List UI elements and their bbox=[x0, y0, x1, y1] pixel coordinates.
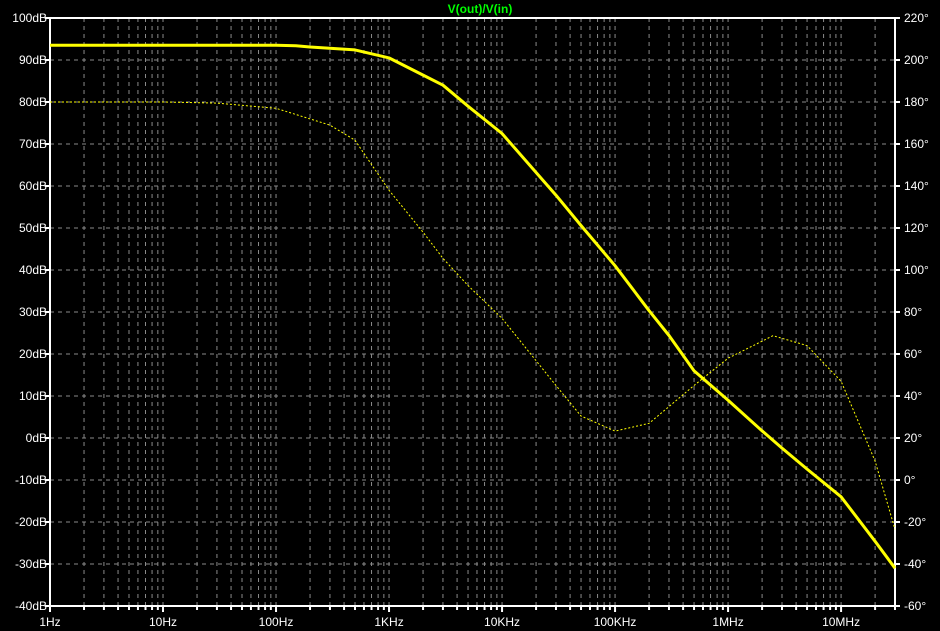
y-left-tick-label: 10dB bbox=[19, 389, 47, 403]
y-left-tick-label: -30dB bbox=[15, 557, 47, 571]
y-right-tick-label: 200° bbox=[904, 53, 929, 67]
bode-plot: V(out)/V(in) 100dB 90dB 80dB 70dB 60dB 50dB 40… bbox=[12, 2, 929, 629]
y-right-tick-label: 20° bbox=[904, 431, 922, 445]
y-right-tick-label: 100° bbox=[904, 263, 929, 277]
y-right-tick-label: 40° bbox=[904, 389, 922, 403]
y-right-tick-label: -20° bbox=[904, 515, 926, 529]
magnitude-curve bbox=[50, 43, 897, 570]
x-tick-label: 100Hz bbox=[259, 615, 294, 629]
y-left-tick-label: 20dB bbox=[19, 347, 47, 361]
y-left-tick-label: 30dB bbox=[19, 305, 47, 319]
phase-curve bbox=[50, 101, 896, 530]
y-right-tick-label: 0° bbox=[904, 473, 916, 487]
y-right-tick-label: -40° bbox=[904, 557, 926, 571]
y-left-tick-label: 0dB bbox=[26, 431, 47, 445]
x-tick-label: 1KHz bbox=[374, 615, 403, 629]
x-tick-label: 100KHz bbox=[594, 615, 637, 629]
x-tick-label: 10MHz bbox=[822, 615, 860, 629]
x-tick-label: 10Hz bbox=[149, 615, 177, 629]
tick-labels: 100dB 90dB 80dB 70dB 60dB 50dB 40dB 30dB 20dB 10d… bbox=[12, 11, 929, 629]
chart-title: V(out)/V(in) bbox=[448, 2, 513, 16]
y-left-tick-label: 70dB bbox=[19, 137, 47, 151]
y-right-tick-label: 60° bbox=[904, 347, 922, 361]
y-right-tick-label: 140° bbox=[904, 179, 929, 193]
y-right-tick-label: -60° bbox=[904, 599, 926, 613]
y-right-tick-label: 160° bbox=[904, 137, 929, 151]
y-right-tick-label: 120° bbox=[904, 221, 929, 235]
y-left-tick-label: 40dB bbox=[19, 263, 47, 277]
y-left-tick-label: -10dB bbox=[15, 473, 47, 487]
curves bbox=[50, 43, 897, 570]
y-left-tick-label: -20dB bbox=[15, 515, 47, 529]
plot-frame bbox=[49, 17, 896, 607]
axes bbox=[45, 17, 900, 612]
y-right-tick-label: 80° bbox=[904, 305, 922, 319]
y-left-tick-label: 100dB bbox=[12, 11, 47, 25]
y-right-tick-label: 220° bbox=[904, 11, 929, 25]
x-tick-label: 1MHz bbox=[712, 615, 743, 629]
y-left-tick-label: -40dB bbox=[15, 599, 47, 613]
y-left-tick-label: 50dB bbox=[19, 221, 47, 235]
y-left-tick-label: 60dB bbox=[19, 179, 47, 193]
y-right-tick-label: 180° bbox=[904, 95, 929, 109]
grid bbox=[50, 18, 895, 606]
y-left-tick-label: 80dB bbox=[19, 95, 47, 109]
y-left-tick-label: 90dB bbox=[19, 53, 47, 67]
x-tick-label: 10KHz bbox=[484, 615, 520, 629]
x-tick-label: 1Hz bbox=[39, 615, 60, 629]
